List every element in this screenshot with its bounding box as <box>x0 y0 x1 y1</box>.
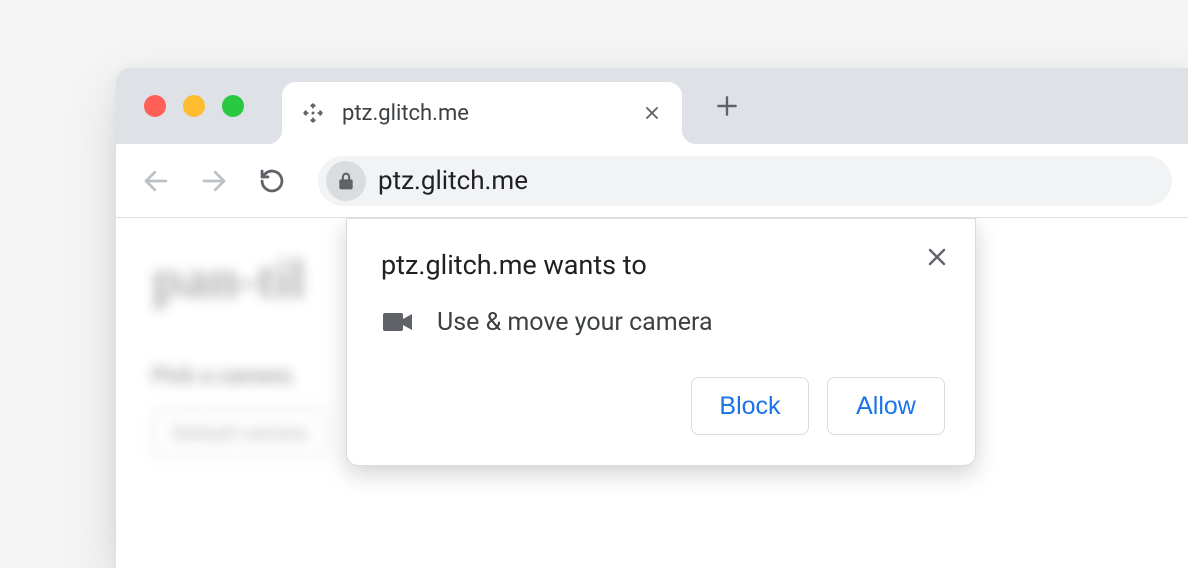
browser-window: ptz.glitch.me <box>116 68 1188 568</box>
toolbar: ptz.glitch.me <box>116 144 1188 218</box>
back-button[interactable] <box>132 157 180 205</box>
popup-title: ptz.glitch.me wants to <box>381 249 945 281</box>
address-url: ptz.glitch.me <box>378 166 528 196</box>
block-button[interactable]: Block <box>691 377 809 435</box>
tab-bar: ptz.glitch.me <box>116 68 1188 144</box>
window-controls <box>116 95 244 117</box>
close-button[interactable] <box>921 241 953 273</box>
tab-title: ptz.glitch.me <box>342 101 624 126</box>
lock-icon[interactable] <box>326 161 366 201</box>
allow-button[interactable]: Allow <box>827 377 945 435</box>
move-icon <box>300 100 326 126</box>
new-tab-button[interactable] <box>706 85 748 127</box>
permission-text: Use & move your camera <box>437 308 713 337</box>
close-tab-button[interactable] <box>640 101 664 125</box>
permission-row: Use & move your camera <box>381 307 945 337</box>
close-window-button[interactable] <box>144 95 166 117</box>
camera-icon <box>383 307 413 337</box>
camera-select[interactable]: Default camera <box>152 409 328 457</box>
maximize-window-button[interactable] <box>222 95 244 117</box>
minimize-window-button[interactable] <box>183 95 205 117</box>
address-bar[interactable]: ptz.glitch.me <box>318 156 1172 206</box>
browser-tab[interactable]: ptz.glitch.me <box>282 82 682 144</box>
content-area: pan-til Pick a camera Default camera ptz… <box>116 218 1188 568</box>
forward-button[interactable] <box>190 157 238 205</box>
permission-prompt: ptz.glitch.me wants to Use & move your c… <box>346 218 976 466</box>
popup-buttons: Block Allow <box>381 377 945 435</box>
reload-button[interactable] <box>248 157 296 205</box>
